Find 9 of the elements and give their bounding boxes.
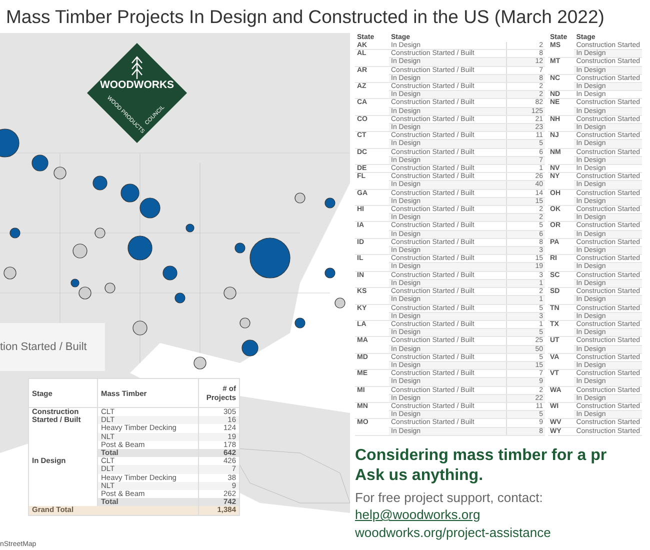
chart-title: Mass Timber Projects In Design and Constructed in the US (March 2022)	[5, 5, 606, 29]
email-link[interactable]: help@woodworks.org	[355, 506, 480, 524]
contact-subhead: Ask us anything.	[355, 466, 484, 486]
website-link[interactable]: woodworks.org/project-assistance	[355, 524, 551, 542]
logo-wordmark: WOODWORKS	[100, 79, 174, 91]
contact-text: For free project support, contact:	[355, 489, 544, 506]
contact-headline: Considering mass timber for a pr	[355, 446, 608, 466]
legend-label: tion Started / Built	[0, 341, 87, 353]
tree-icon	[131, 56, 143, 80]
